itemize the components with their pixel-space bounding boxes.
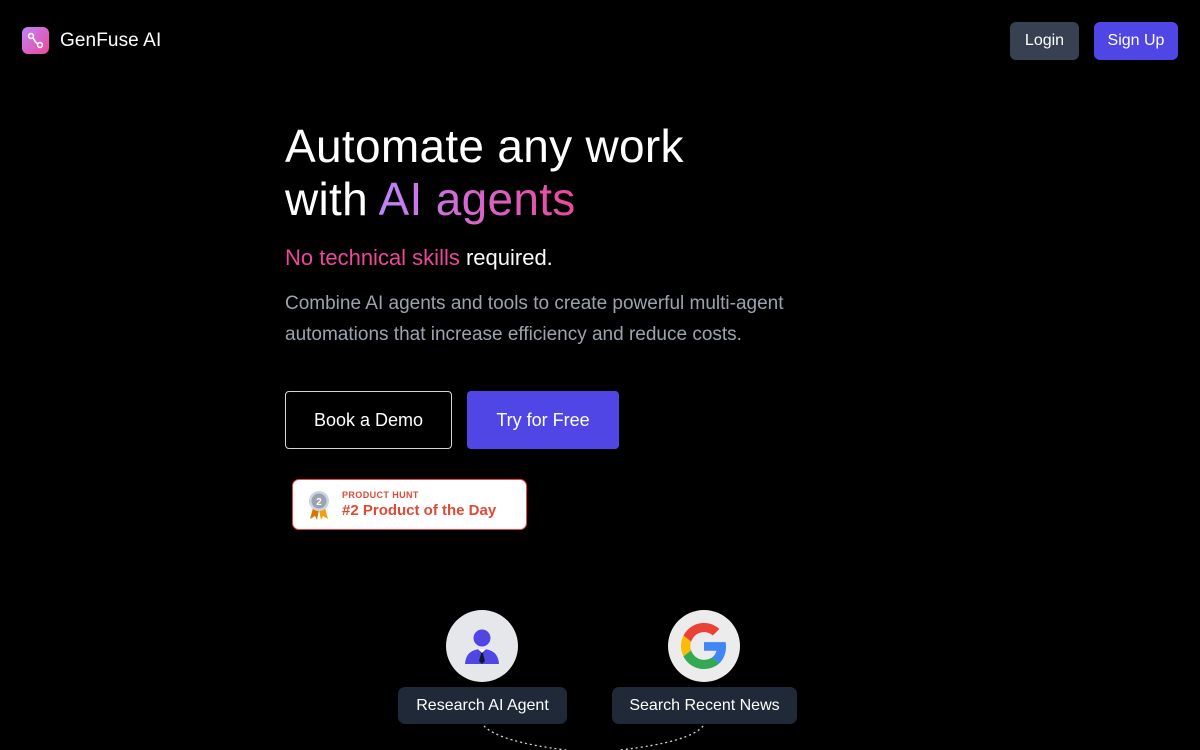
flow-connectors: [483, 725, 704, 750]
hero-title-prefix: with: [285, 173, 379, 225]
hero-subtitle: No technical skills required.: [285, 245, 553, 271]
product-hunt-text: PRODUCT HUNT #2 Product of the Day: [342, 490, 496, 519]
landing-page: GenFuse AI Login Sign Up Automate any wo…: [0, 0, 1200, 750]
signup-button[interactable]: Sign Up: [1094, 22, 1178, 60]
product-hunt-badge[interactable]: 2 PRODUCT HUNT #2 Product of the Day: [292, 479, 527, 530]
medal-icon: 2: [309, 490, 329, 520]
research-agent-node[interactable]: [446, 610, 518, 682]
product-hunt-label: PRODUCT HUNT: [342, 490, 419, 500]
hero-title-highlight: AI agents: [378, 173, 576, 225]
hero-title-line1: Automate any work: [285, 120, 684, 172]
subtitle-accent: No technical skills: [285, 245, 460, 270]
book-demo-button[interactable]: Book a Demo: [285, 391, 452, 449]
try-free-button[interactable]: Try for Free: [467, 391, 619, 449]
hero-title: Automate any work with AI agents: [285, 120, 684, 226]
brand[interactable]: GenFuse AI: [22, 27, 161, 54]
product-hunt-rank: #2 Product of the Day: [342, 502, 497, 519]
hero-description: Combine AI agents and tools to create po…: [285, 293, 784, 345]
subtitle-rest: required.: [459, 245, 553, 270]
login-button[interactable]: Login: [1010, 22, 1079, 60]
google-icon: [681, 623, 727, 669]
brand-name: GenFuse AI: [60, 29, 162, 51]
agent-person-icon: [465, 629, 499, 664]
search-news-node[interactable]: [668, 610, 740, 682]
search-news-label: Search Recent News: [612, 687, 797, 724]
workflow-nodes-icon: [22, 27, 49, 54]
research-agent-label: Research AI Agent: [398, 687, 567, 724]
medal-number: 2: [316, 497, 322, 508]
